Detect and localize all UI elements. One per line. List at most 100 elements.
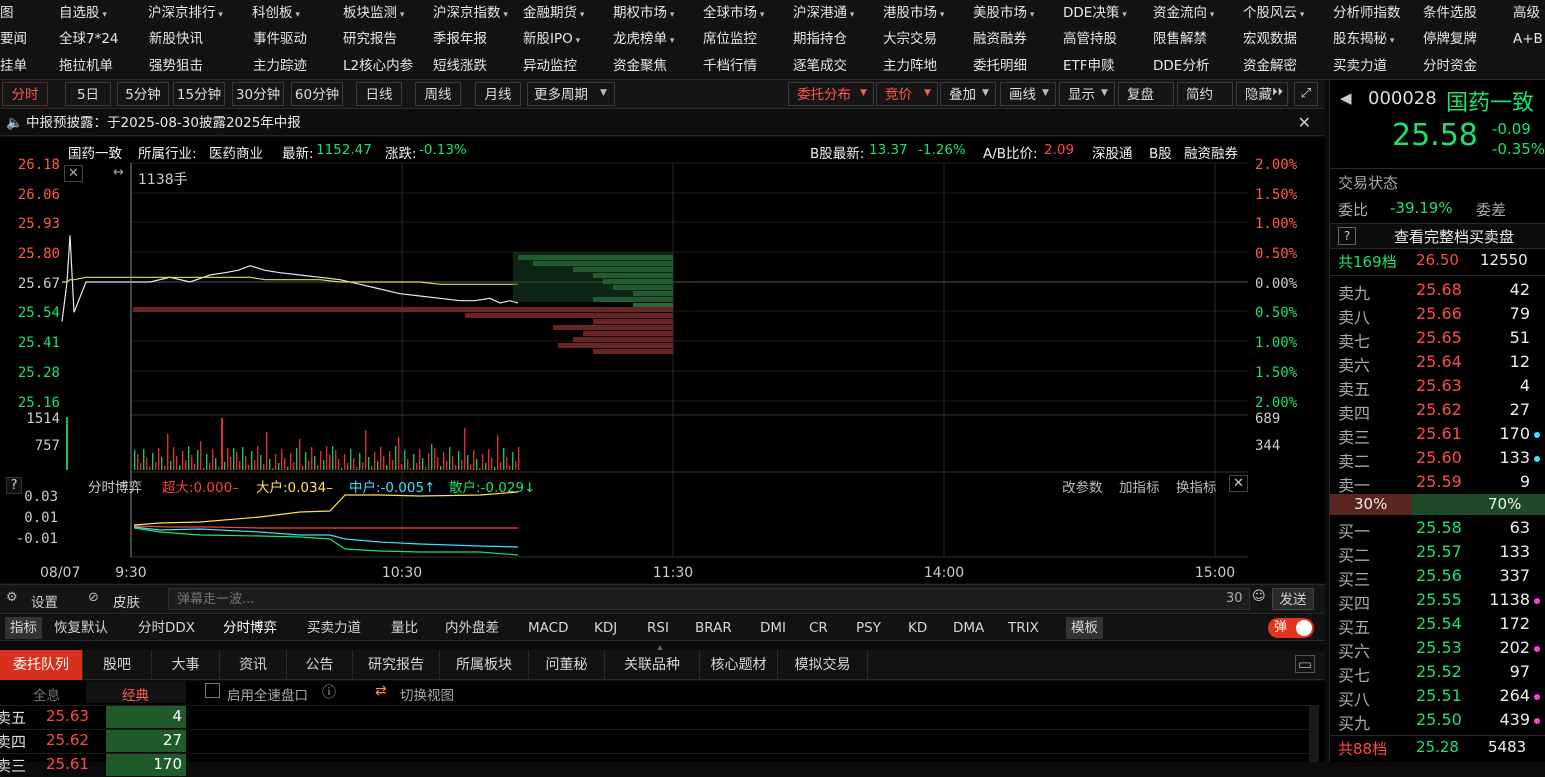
indicator-tab-10[interactable]: BRAR <box>695 615 732 641</box>
menu-row2-item-17[interactable]: A+B <box>1513 26 1543 52</box>
menu-row1-item-3[interactable]: 科创板 <box>252 0 300 26</box>
book-price[interactable]: 25.63 <box>1416 376 1462 395</box>
menu-row1-item-10[interactable]: 港股市场 <box>883 0 944 26</box>
menu-row1-item-6[interactable]: 金融期货 <box>523 0 584 26</box>
menu-row3-item-7[interactable]: 资金聚焦 <box>613 53 667 79</box>
subtab-holo[interactable]: 全息 <box>33 684 60 704</box>
menu-row3-item-2[interactable]: 强势狙击 <box>149 53 203 79</box>
book-price[interactable]: 25.62 <box>1416 400 1462 419</box>
menu-row2-item-8[interactable]: 席位监控 <box>703 26 757 52</box>
menu-row2-item-4[interactable]: 研究报告 <box>343 26 397 52</box>
book-price[interactable]: 25.58 <box>1416 518 1462 537</box>
bottom-tab-4[interactable]: 公告 <box>287 650 353 680</box>
period-tab-7[interactable]: 周线 <box>415 82 461 106</box>
panel-toggle-icon[interactable]: ▭ <box>1295 655 1315 673</box>
book-price[interactable]: 25.54 <box>1416 614 1462 633</box>
menu-row3-item-9[interactable]: 逐笔成交 <box>793 53 847 79</box>
period-tab-1[interactable]: 5日 <box>65 82 111 106</box>
menu-row1-item-4[interactable]: 板块监测 <box>343 0 404 26</box>
book-price[interactable]: 25.55 <box>1416 590 1462 609</box>
fast-checkbox[interactable] <box>205 683 220 698</box>
menu-row3-item-11[interactable]: 委托明细 <box>973 53 1027 79</box>
menu-row2-item-2[interactable]: 新股快讯 <box>149 26 203 52</box>
menu-row1-item-8[interactable]: 全球市场 <box>703 0 764 26</box>
menu-row1-item-0[interactable]: 图 <box>0 0 14 26</box>
indicator-tab-11[interactable]: DMI <box>760 615 786 641</box>
menu-row2-item-6[interactable]: 新股IPO <box>523 26 580 52</box>
book-price[interactable]: 25.51 <box>1416 686 1462 705</box>
indicator-tab-2[interactable]: 分时DDX <box>138 615 195 641</box>
menu-row1-item-7[interactable]: 期权市场 <box>613 0 674 26</box>
intraday-chart[interactable]: 国药一致 所属行业: 医药商业 最新: 1152.47 涨跌: -0.13% B… <box>0 137 1325 583</box>
price-chart-svg[interactable]: 26.18 26.06 25.93 25.80 25.67 25.54 25.41 25.28… <box>0 137 1325 583</box>
indicator-tab-5[interactable]: 量比 <box>391 615 418 641</box>
chart-close-icon[interactable]: ✕ <box>64 165 83 182</box>
indicator-tab-3[interactable]: 分时博弈 <box>223 615 277 641</box>
period-tab-5[interactable]: 60分钟 <box>291 82 343 106</box>
bottom-tab-1[interactable]: 股吧 <box>83 650 152 680</box>
book-price[interactable]: 25.56 <box>1416 566 1462 585</box>
book-price[interactable]: 25.59 <box>1416 472 1462 491</box>
bottom-tab-0[interactable]: 委托队列 <box>0 650 83 680</box>
bottom-tab-10[interactable]: 模拟交易 <box>778 650 868 680</box>
menu-row3-item-5[interactable]: 短线涨跌 <box>433 53 487 79</box>
indicator-tab-12[interactable]: CR <box>809 615 828 641</box>
gear-icon[interactable]: ⚙ <box>6 590 18 605</box>
book-price[interactable]: 25.61 <box>1416 424 1462 443</box>
menu-row1-item-12[interactable]: DDE决策 <box>1063 0 1127 26</box>
menu-row1-item-17[interactable]: 高级 <box>1513 0 1540 26</box>
menu-row1-item-5[interactable]: 沪深京指数 <box>433 0 508 26</box>
menu-row3-item-4[interactable]: L2核心内参 <box>343 53 413 79</box>
period-tab-4[interactable]: 30分钟 <box>232 82 284 106</box>
book-price[interactable]: 25.64 <box>1416 352 1462 371</box>
menu-row2-item-5[interactable]: 季报年报 <box>433 26 487 52</box>
collapse-handle[interactable]: ▲ <box>650 643 670 652</box>
book-price[interactable]: 25.52 <box>1416 662 1462 681</box>
menu-row1-item-14[interactable]: 个股风云 <box>1243 0 1304 26</box>
danmu-input[interactable] <box>168 588 1250 610</box>
bottom-tab-7[interactable]: 问董秘 <box>529 650 605 680</box>
indicator-tab-17[interactable]: 模板 <box>1066 617 1103 639</box>
full-book-link[interactable]: 查看完整档买卖盘 <box>1394 226 1514 247</box>
subtab-classic[interactable]: 经典 <box>122 684 149 704</box>
book-price[interactable]: 25.53 <box>1416 638 1462 657</box>
close-icon[interactable]: ✕ <box>1298 110 1311 136</box>
menu-row3-item-1[interactable]: 拖拉机单 <box>59 53 113 79</box>
expand-icon[interactable]: ↔ <box>113 165 124 180</box>
menu-row2-item-16[interactable]: 停牌复牌 <box>1423 26 1477 52</box>
menu-row3-item-16[interactable]: 分时资金 <box>1423 53 1477 79</box>
menu-row1-item-16[interactable]: 条件选股 <box>1423 0 1477 26</box>
book-price[interactable]: 25.65 <box>1416 328 1462 347</box>
indicator-tab-4[interactable]: 买卖力道 <box>307 615 361 641</box>
menu-row2-item-13[interactable]: 限售解禁 <box>1153 26 1207 52</box>
menu-row3-item-0[interactable]: 挂单 <box>0 53 27 79</box>
period-tab-8[interactable]: 月线 <box>475 82 521 106</box>
bottom-tab-9[interactable]: 核心题材 <box>700 650 778 680</box>
help-icon[interactable]: ⓘ <box>322 682 336 702</box>
menu-row2-item-7[interactable]: 龙虎榜单 <box>613 26 674 52</box>
bottom-tab-8[interactable]: 关联品种 <box>605 650 700 680</box>
indicator-tab-0[interactable]: 指标 <box>5 617 42 639</box>
bottom-tab-6[interactable]: 所属板块 <box>440 650 529 680</box>
menu-row2-item-11[interactable]: 融资融券 <box>973 26 1027 52</box>
menu-row1-item-11[interactable]: 美股市场 <box>973 0 1034 26</box>
send-button[interactable]: 发送 <box>1272 588 1314 610</box>
indicator-tab-8[interactable]: KDJ <box>594 615 617 641</box>
menu-row3-item-6[interactable]: 异动监控 <box>523 53 577 79</box>
book-price[interactable]: 25.60 <box>1416 448 1462 467</box>
indicator-tab-16[interactable]: TRIX <box>1008 615 1039 641</box>
menu-row1-item-15[interactable]: 分析师指数 <box>1333 0 1401 26</box>
bottom-tab-3[interactable]: 资讯 <box>220 650 287 680</box>
settings-button[interactable]: 设置 <box>31 591 58 611</box>
menu-row2-item-12[interactable]: 高管持股 <box>1063 26 1117 52</box>
add-indicator-button[interactable]: 加指标 <box>1119 476 1160 496</box>
menu-row3-item-3[interactable]: 主力踪迹 <box>253 53 307 79</box>
book-price[interactable]: 25.50 <box>1416 710 1462 729</box>
menu-row3-item-8[interactable]: 千档行情 <box>703 53 757 79</box>
menu-row3-item-13[interactable]: DDE分析 <box>1153 53 1209 79</box>
menu-row3-item-12[interactable]: ETF申赎 <box>1063 53 1115 79</box>
menu-row1-item-1[interactable]: 自选股 <box>59 0 107 26</box>
book-price[interactable]: 25.68 <box>1416 280 1462 299</box>
close-indicator-icon[interactable]: ✕ <box>1229 475 1248 492</box>
switch-view-label[interactable]: 切换视图 <box>400 684 454 704</box>
